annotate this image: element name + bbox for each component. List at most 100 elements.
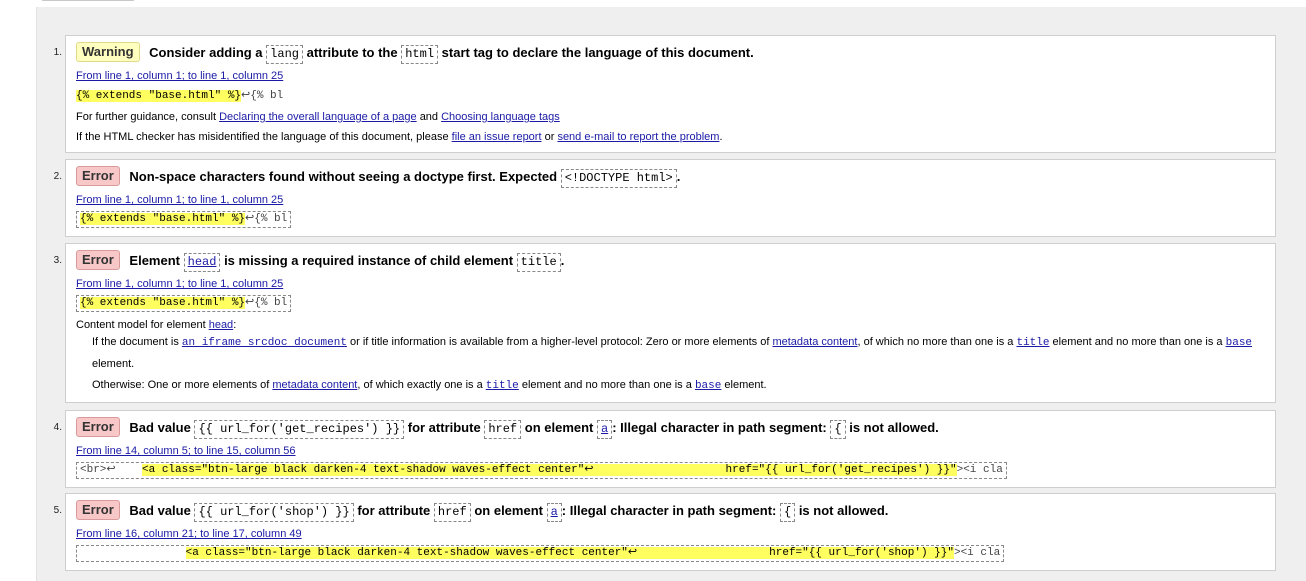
location-link[interactable]: From line 14, column 5; to line 15, colu… [76,445,296,457]
location-link[interactable]: From line 1, column 1; to line 1, column… [76,278,283,290]
message-number: 4. [53,422,62,433]
code-extract: {% extends "base.html" %}↩{% bl [76,295,292,312]
file-issue-link[interactable]: file an issue report [452,131,542,143]
extract-context: ><i cla [953,547,1001,559]
message-number: 5. [53,505,62,516]
message-text: on element [474,503,543,518]
message-text: Non-space characters found without seein… [129,169,558,184]
code-token: title [516,253,561,272]
extract-context [80,547,186,559]
message-number: 2. [53,171,62,182]
content-model-rule-1-cont: element. [92,358,134,370]
code-token: html [401,45,439,64]
choosing-language-tags-link[interactable]: Choosing language tags [441,111,560,123]
message-text: for attribute [357,503,431,518]
extract-context: <br>↩ [80,464,143,476]
iframe-srcdoc-link[interactable]: an iframe srcdoc document [182,337,347,349]
content-model-heading: Content model for element head: [76,319,236,331]
rule-text: element. [92,358,135,370]
rule-text: , of which no more than one is a [857,336,1014,348]
guidance-text: and [419,111,439,123]
rule-text: element and no more than one is a [1052,336,1223,348]
content-model-rule-1: If the document is an iframe srcdoc docu… [92,336,1252,349]
message-text: Bad value [129,503,191,518]
metadata-content-link[interactable]: metadata content [272,379,357,391]
message-text: Consider adding a [149,45,263,60]
a-element-link[interactable]: a [597,420,613,439]
code-token: { [779,503,796,522]
guidance-text: For further guidance, consult [76,111,217,123]
extract-highlight: <a class="btn-large black darken-4 text-… [185,547,954,559]
error-badge: Error [76,500,120,520]
message-number: 3. [53,255,62,266]
rule-text: element and no more than one is a [521,379,692,391]
message-item: 4. Error Bad value {{ url_for('get_recip… [54,410,1276,488]
message-text: for attribute [407,420,481,435]
extract-highlight: {% extends "base.html" %} [80,297,246,309]
error-badge: Error [76,250,120,270]
base-element-link[interactable]: base [695,380,721,392]
misid-text: . [719,131,723,143]
extract-highlight: <a class="btn-large black darken-4 text-… [142,464,957,476]
message-title: Error Element head is missing a required… [76,250,564,272]
head-element-link[interactable]: head [183,253,221,272]
head-spec-link[interactable]: head [209,319,233,331]
a-element-link[interactable]: a [546,503,562,522]
message-text: : Illegal character in path segment: [561,503,777,518]
message-text: . [676,169,681,184]
message-item: 1. Warning Consider adding a lang attrib… [54,35,1276,153]
code-token: href [433,503,471,522]
top-button-edge[interactable] [42,0,134,1]
warning-badge: Warning [76,42,140,62]
location-link[interactable]: From line 16, column 21; to line 17, col… [76,528,302,540]
message-text: start tag to declare the language of thi… [441,45,754,60]
code-token: lang [266,45,303,64]
content-model-text: Content model for element [76,319,206,331]
message-item: 2. Error Non-space characters found with… [54,159,1276,237]
message-title: Error Bad value {{ url_for('shop') }} fo… [76,500,888,522]
message-text: Element [129,253,180,268]
message-text: on element [524,420,594,435]
code-token: { [830,420,846,439]
extract-context: ↩{% bl [245,297,288,309]
message-text: is not allowed. [798,503,889,518]
message-number: 1. [53,47,62,58]
metadata-content-link[interactable]: metadata content [772,336,857,348]
rule-text: If the document is [92,336,179,348]
declaring-language-link[interactable]: Declaring the overall language of a page [219,111,417,123]
code-extract: {% extends "base.html" %}↩{% bl [76,211,292,228]
misidentified-line: If the HTML checker has misidentified th… [76,131,723,143]
code-extract: <br>↩ <a class="btn-large black darken-4… [76,462,1007,479]
code-token: <!DOCTYPE html> [560,169,677,188]
location-link[interactable]: From line 1, column 1; to line 1, column… [76,194,283,206]
rule-text: or if title information is available fro… [349,336,770,348]
base-element-link[interactable]: base [1226,337,1252,349]
message-text: attribute to the [306,45,398,60]
misid-text: If the HTML checker has misidentified th… [76,131,449,143]
extract-context: ><i cla [956,464,1003,476]
rule-text: Otherwise: One or more elements of [92,379,270,391]
extract-highlight: {% extends "base.html" %} [76,90,242,102]
message-title: Error Bad value {{ url_for('get_recipes'… [76,417,939,439]
guidance-line: For further guidance, consult Declaring … [76,111,560,123]
code-token: {{ url_for('get_recipes') }} [194,420,405,439]
message-item: 3. Error Element head is missing a requi… [54,243,1276,403]
location-link[interactable]: From line 1, column 1; to line 1, column… [76,70,283,82]
rule-text: , of which exactly one is a [357,379,483,391]
extract-highlight: {% extends "base.html" %} [80,213,246,225]
results-panel: 1. Warning Consider adding a lang attrib… [36,7,1306,581]
error-badge: Error [76,166,120,186]
message-item: 5. Error Bad value {{ url_for('shop') }}… [54,493,1276,571]
code-token: {{ url_for('shop') }} [194,503,354,522]
send-email-link[interactable]: send e-mail to report the problem [557,131,719,143]
message-text: : Illegal character in path segment: [612,420,827,435]
error-badge: Error [76,417,120,437]
title-element-link[interactable]: title [1016,337,1049,349]
message-title: Warning Consider adding a lang attribute… [76,42,754,64]
code-token: href [484,420,522,439]
message-text: Bad value [129,420,191,435]
content-model-rule-2: Otherwise: One or more elements of metad… [92,379,767,392]
title-element-link[interactable]: title [486,380,519,392]
rule-text: element. [724,379,767,391]
content-model-text: : [233,319,237,331]
